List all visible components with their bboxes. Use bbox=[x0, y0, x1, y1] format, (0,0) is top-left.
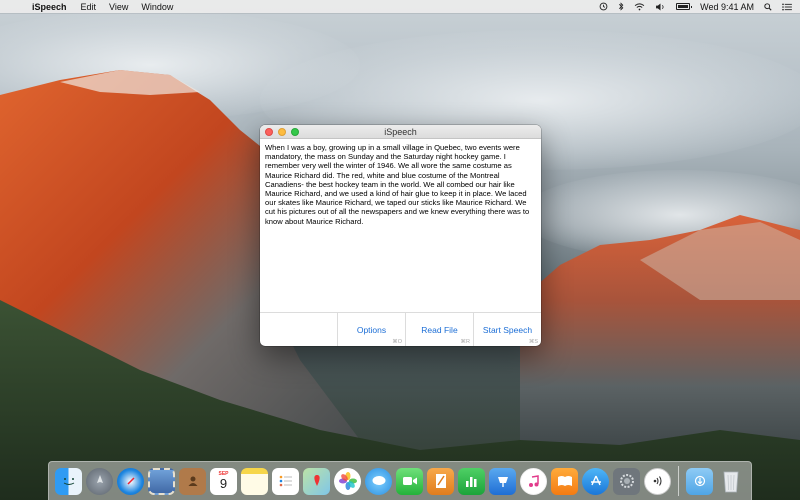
launchpad-icon[interactable] bbox=[86, 467, 113, 495]
finder-icon[interactable] bbox=[55, 467, 82, 495]
messages-icon[interactable] bbox=[365, 467, 392, 495]
pages-icon[interactable] bbox=[427, 467, 454, 495]
calendar-icon[interactable]: SEP 9 bbox=[210, 467, 237, 495]
menu-edit[interactable]: Edit bbox=[81, 2, 97, 12]
facetime-icon[interactable] bbox=[396, 467, 423, 495]
contacts-icon[interactable] bbox=[179, 467, 206, 495]
notification-center-icon[interactable] bbox=[782, 3, 792, 11]
safari-icon[interactable] bbox=[117, 467, 144, 495]
minimize-button[interactable] bbox=[278, 128, 286, 136]
read-file-shortcut: ⌘R bbox=[460, 339, 470, 345]
dock: SEP 9 bbox=[48, 461, 752, 500]
options-button[interactable]: Options ⌘O bbox=[337, 313, 405, 346]
menu-bar: iSpeech Edit View Window Wed 9:41 AM bbox=[0, 0, 800, 13]
calendar-day: 9 bbox=[219, 476, 228, 491]
app-store-icon[interactable] bbox=[582, 467, 609, 495]
wifi-icon[interactable] bbox=[634, 2, 645, 11]
maps-icon[interactable] bbox=[303, 467, 330, 495]
options-button-label: Options bbox=[356, 324, 387, 335]
volume-icon[interactable] bbox=[655, 2, 666, 11]
dock-divider bbox=[678, 466, 679, 496]
photos-icon[interactable] bbox=[334, 467, 361, 495]
speech-text-area[interactable]: When I was a boy, growing up in a small … bbox=[260, 139, 541, 311]
menu-window[interactable]: Window bbox=[141, 2, 173, 12]
ispeech-window: iSpeech When I was a boy, growing up in … bbox=[260, 125, 541, 346]
start-speech-button-label: Start Speech bbox=[482, 324, 533, 335]
numbers-icon[interactable] bbox=[458, 467, 485, 495]
status-area: Wed 9:41 AM bbox=[599, 2, 792, 12]
clock[interactable]: Wed 9:41 AM bbox=[700, 2, 754, 12]
photo-stamp-icon[interactable] bbox=[148, 467, 175, 495]
downloads-folder-icon[interactable] bbox=[686, 467, 713, 495]
system-preferences-icon[interactable] bbox=[613, 467, 640, 495]
notes-icon[interactable] bbox=[241, 467, 268, 495]
keynote-icon[interactable] bbox=[489, 467, 516, 495]
options-shortcut: ⌘O bbox=[392, 339, 402, 345]
reminders-icon[interactable] bbox=[272, 467, 299, 495]
bluetooth-icon[interactable] bbox=[618, 2, 624, 11]
menu-app-name[interactable]: iSpeech bbox=[32, 2, 67, 12]
time-machine-icon[interactable] bbox=[599, 2, 608, 11]
zoom-button[interactable] bbox=[291, 128, 299, 136]
bottom-toolbar: Options ⌘O Read File ⌘R Start Speech ⌘S bbox=[260, 312, 541, 346]
read-file-button[interactable]: Read File ⌘R bbox=[405, 313, 473, 346]
start-speech-shortcut: ⌘S bbox=[528, 339, 538, 345]
window-titlebar[interactable]: iSpeech bbox=[260, 125, 541, 139]
spotlight-icon[interactable] bbox=[764, 2, 772, 11]
menu-view[interactable]: View bbox=[109, 2, 128, 12]
window-title: iSpeech bbox=[384, 126, 417, 137]
ibooks-icon[interactable] bbox=[551, 467, 578, 495]
trash-icon[interactable] bbox=[717, 468, 744, 495]
itunes-icon[interactable] bbox=[520, 467, 547, 495]
start-speech-button[interactable]: Start Speech ⌘S bbox=[473, 313, 541, 346]
close-button[interactable] bbox=[265, 128, 273, 136]
read-file-button-label: Read File bbox=[421, 324, 458, 335]
traffic-lights bbox=[265, 128, 299, 136]
ispeech-dock-icon[interactable] bbox=[644, 467, 671, 495]
battery-icon[interactable] bbox=[676, 3, 693, 10]
